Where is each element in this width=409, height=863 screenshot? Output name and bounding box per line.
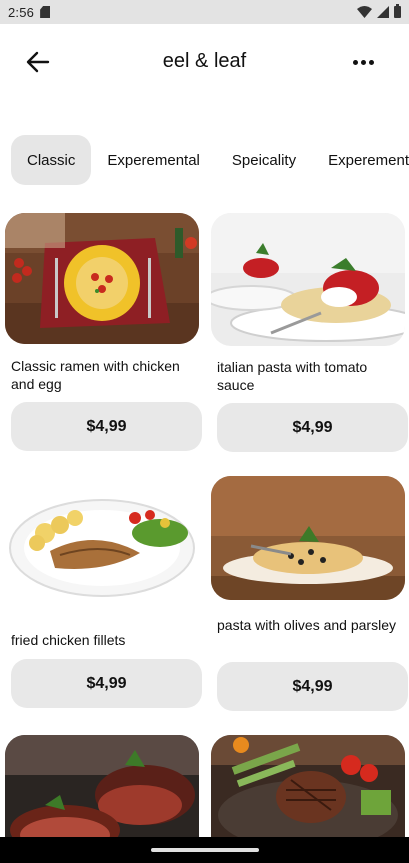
grilled-steak-image [211, 735, 405, 845]
more-options-button[interactable] [343, 46, 383, 78]
more-horizontal-icon [352, 59, 358, 65]
signal-icon [377, 6, 389, 18]
menu-item-name: pasta with olives and parsley [217, 617, 396, 633]
price-button[interactable]: $4,99 [11, 402, 202, 451]
wifi-icon [357, 6, 372, 18]
menu-item-name: italian pasta with tomato sauce [217, 359, 368, 393]
price-button[interactable]: $4,99 [217, 662, 408, 711]
status-time: 2:56 [8, 4, 35, 20]
menu-item-name: Classic ramen with chicken and egg [11, 358, 180, 392]
price-button[interactable]: $4,99 [11, 659, 202, 708]
tab-speicality[interactable]: Speicality [216, 135, 312, 185]
system-nav-bar [0, 837, 409, 863]
menu-card[interactable]: fried chicken fillets $4,99 [5, 473, 202, 708]
menu-card[interactable] [5, 735, 199, 845]
price-button[interactable]: $4,99 [217, 403, 408, 452]
more-dot [368, 59, 374, 65]
arrow-left-icon [26, 51, 50, 73]
fried-chicken-image [5, 473, 199, 608]
pasta-olives-image [211, 476, 405, 600]
steak-image [5, 735, 199, 845]
menu-card[interactable]: pasta with olives and parsley $4,99 [211, 476, 408, 711]
battery-icon [394, 4, 401, 18]
tab-experemental-2[interactable]: Experemental [312, 135, 409, 185]
app-bar: eel & leaf [0, 24, 409, 100]
italian-pasta-image [211, 213, 405, 346]
status-icons [357, 4, 401, 18]
back-button[interactable] [18, 46, 58, 78]
home-gesture-handle[interactable] [150, 848, 259, 852]
tab-classic[interactable]: Classic [11, 135, 92, 185]
menu-item-name: fried chicken fillets [11, 632, 126, 648]
status-bar: 2:56 [0, 0, 409, 24]
menu-card[interactable]: italian pasta with tomato sauce $4,99 [211, 213, 408, 452]
tab-experemental[interactable]: Experemental [91, 135, 216, 185]
menu-card[interactable] [211, 735, 405, 845]
more-dot [360, 59, 366, 65]
ramen-image [5, 213, 199, 344]
menu-card[interactable]: Classic ramen with chicken and egg $4,99 [5, 213, 202, 451]
category-tabs: Classic Experemental Speicality Expereme… [11, 135, 409, 185]
sd-card-icon [40, 6, 51, 18]
